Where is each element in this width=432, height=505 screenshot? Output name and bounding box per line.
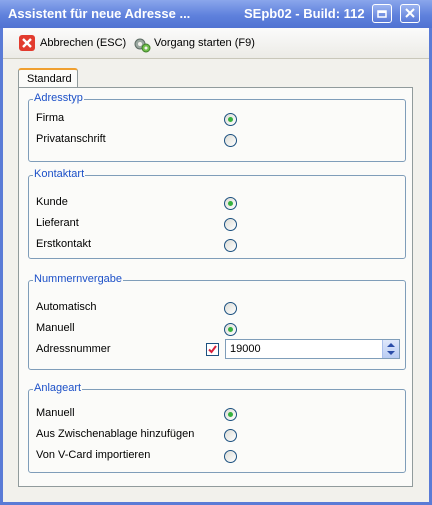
build-info: SEpb02 - Build: 112 bbox=[244, 6, 365, 21]
radio-automatisch[interactable] bbox=[224, 302, 237, 315]
spinner-arrows-icon bbox=[387, 343, 395, 355]
radio-firma[interactable] bbox=[224, 113, 237, 126]
toolbar: Abbrechen (ESC) Vorgang starten (F9) bbox=[3, 28, 429, 59]
title-bar[interactable]: Assistent für neue Adresse ... SEpb02 - … bbox=[0, 0, 432, 28]
radio-kunde[interactable] bbox=[224, 197, 237, 210]
label-manuell-nummer: Manuell bbox=[36, 322, 75, 334]
group-nummernvergabe: Nummernvergabe Automatisch Manuell Adres… bbox=[28, 273, 406, 370]
cancel-button[interactable]: Abbrechen (ESC) bbox=[19, 35, 127, 53]
restore-icon bbox=[377, 10, 387, 18]
adressnummer-value: 19000 bbox=[230, 343, 261, 355]
window-title: Assistent für neue Adresse ... bbox=[8, 6, 191, 21]
tab-panel: Adresstyp Firma Privatanschrift Kontakta… bbox=[18, 87, 413, 487]
close-button[interactable] bbox=[400, 4, 420, 23]
label-adressnummer: Adressnummer bbox=[36, 343, 111, 355]
adressnummer-input[interactable]: 19000 bbox=[225, 339, 400, 359]
label-erstkontakt: Erstkontakt bbox=[36, 238, 92, 250]
legend-nummernvergabe: Nummernvergabe bbox=[33, 273, 124, 285]
label-manuell-anlage: Manuell bbox=[36, 407, 75, 419]
cancel-icon bbox=[19, 35, 35, 51]
group-kontaktart: Kontaktart Kunde Lieferant Erstkontakt bbox=[28, 168, 406, 259]
start-process-label: Vorgang starten (F9) bbox=[154, 37, 255, 49]
restore-button[interactable] bbox=[372, 4, 392, 23]
label-privatanschrift: Privatanschrift bbox=[36, 133, 106, 145]
legend-anlageart: Anlageart bbox=[33, 382, 83, 394]
label-kunde: Kunde bbox=[36, 196, 68, 208]
close-icon bbox=[405, 8, 415, 18]
group-adresstyp: Adresstyp Firma Privatanschrift bbox=[28, 92, 406, 162]
radio-vcard[interactable] bbox=[224, 450, 237, 463]
adressnummer-checkbox[interactable] bbox=[206, 343, 219, 356]
radio-lieferant[interactable] bbox=[224, 218, 237, 231]
radio-erstkontakt[interactable] bbox=[224, 239, 237, 252]
tab-standard[interactable]: Standard bbox=[18, 68, 78, 88]
cancel-label: Abbrechen (ESC) bbox=[40, 37, 127, 49]
label-lieferant: Lieferant bbox=[36, 217, 79, 229]
label-vcard: Von V-Card importieren bbox=[36, 449, 151, 461]
label-firma: Firma bbox=[36, 112, 65, 124]
radio-zwischenablage[interactable] bbox=[224, 429, 237, 442]
group-anlageart: Anlageart Manuell Aus Zwischenablage hin… bbox=[28, 382, 406, 473]
adressnummer-spinner[interactable] bbox=[382, 340, 399, 358]
radio-manuell-nummer[interactable] bbox=[224, 323, 237, 336]
radio-manuell-anlage[interactable] bbox=[224, 408, 237, 421]
tab-standard-label: Standard bbox=[27, 73, 72, 85]
radio-privatanschrift[interactable] bbox=[224, 134, 237, 147]
legend-kontaktart: Kontaktart bbox=[33, 168, 86, 180]
gears-icon bbox=[134, 38, 151, 53]
legend-adresstyp: Adresstyp bbox=[33, 92, 84, 104]
label-zwischenablage: Aus Zwischenablage hinzufügen bbox=[36, 428, 195, 440]
label-automatisch: Automatisch bbox=[36, 301, 97, 313]
start-process-button[interactable]: Vorgang starten (F9) bbox=[133, 35, 263, 53]
